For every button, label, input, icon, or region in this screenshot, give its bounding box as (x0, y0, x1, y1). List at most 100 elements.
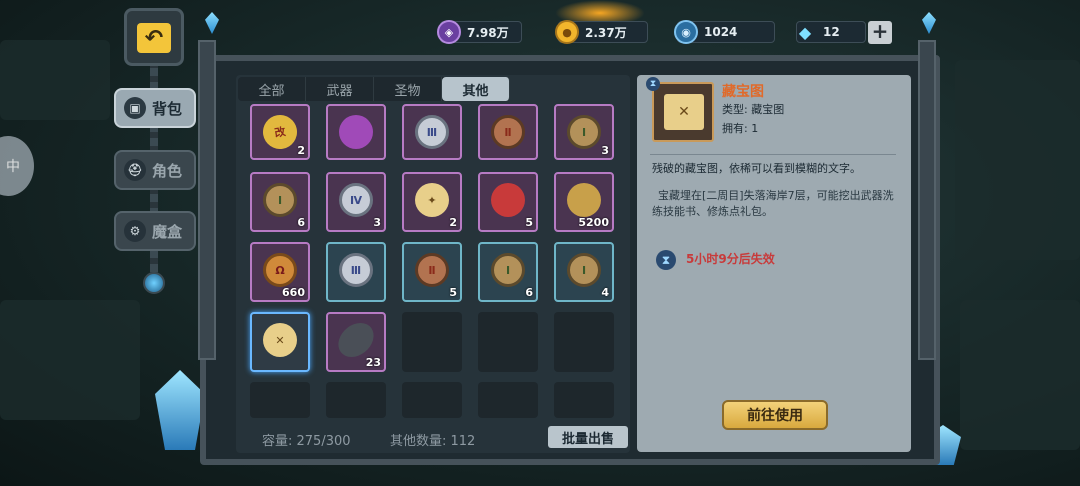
coin-g-icon: Ⅰ (263, 183, 297, 217)
gem-icon (922, 12, 936, 34)
go-use-button[interactable]: 前往使用 (722, 400, 828, 430)
coin-s-icon: Ⅲ (339, 253, 373, 287)
coin-r-icon: Ⅱ (415, 253, 449, 287)
inventory-slot[interactable]: Ⅲ (326, 242, 386, 302)
item-description: 残破的藏宝图，依稀可以看到模糊的文字。 (652, 162, 861, 175)
coin-s-icon: Ⅲ (415, 115, 449, 149)
resource-blue-orb[interactable]: ◉ 1024 (674, 20, 775, 44)
inventory-tabs: 全部 武器 圣物 其他 (238, 77, 510, 101)
inventory-slot-empty[interactable] (402, 382, 462, 418)
coin-g-icon: Ⅰ (567, 115, 601, 149)
resource-purple-gem[interactable]: ◈ 7.98万 (437, 20, 522, 44)
inventory-slot[interactable]: 5200 (554, 172, 614, 232)
item-name: 藏宝图 (722, 84, 764, 100)
inventory-slot-empty[interactable] (554, 312, 614, 372)
nav-label: 背包 (152, 99, 183, 118)
chain-orb (143, 272, 165, 294)
other-count-label: 其他数量: 112 (390, 434, 476, 449)
inventory-slot[interactable]: Ⅰ6 (478, 242, 538, 302)
background-rock (0, 40, 110, 120)
magic-box-icon: ⚙ (124, 220, 146, 242)
coin-s-icon: Ⅳ (339, 183, 373, 217)
treasure-map-icon: ✕ (664, 94, 704, 130)
inventory-slot-empty[interactable] (478, 382, 538, 418)
inventory-slot[interactable]: Ⅱ5 (402, 242, 462, 302)
nav-item-character[interactable]: ⛑ 角色 (114, 150, 196, 190)
tab-other[interactable]: 其他 (442, 77, 510, 101)
nav-item-bag[interactable]: ▣ 背包 (114, 88, 196, 128)
gold-coin-icon: ● (555, 20, 579, 44)
coin-g-icon: Ⅰ (567, 253, 601, 287)
crystal-decoration (155, 370, 205, 450)
coin-o-icon: Ω (263, 253, 297, 287)
inventory-slot[interactable]: 改2 (250, 104, 310, 160)
gem-icon (205, 12, 219, 34)
item-type: 类型: 藏宝图 (722, 103, 785, 116)
diamond-icon: ◆ (798, 22, 812, 42)
inventory-slot[interactable]: Ⅰ6 (250, 172, 310, 232)
inventory-slot[interactable]: Ω 660 (250, 242, 310, 302)
nav-item-magic-box[interactable]: ⚙ 魔盒 (114, 211, 196, 251)
resource-value: 1024 (704, 25, 738, 39)
tab-weapons[interactable]: 武器 (306, 77, 374, 101)
item-owned: 拥有: 1 (722, 122, 759, 135)
inventory-slot[interactable]: Ⅰ3 (554, 104, 614, 160)
frame-post (918, 40, 936, 360)
capacity-label: 容量: 275/300 (262, 434, 351, 449)
inventory-slot-empty[interactable] (554, 382, 614, 418)
side-collapse-button[interactable]: 中 (0, 136, 34, 196)
divider (650, 154, 896, 155)
tab-relics[interactable]: 圣物 (374, 77, 442, 101)
inventory-slot[interactable]: Ⅳ3 (326, 172, 386, 232)
scroll-icon: ✕ (263, 323, 297, 357)
resource-diamond[interactable]: ◆ 12 (796, 21, 866, 43)
inventory-slot[interactable]: Ⅱ (478, 104, 538, 160)
redpack-icon (491, 183, 525, 217)
item-count: 4 (601, 286, 609, 299)
add-diamond-button[interactable]: + (868, 21, 892, 44)
item-count: 2 (449, 216, 457, 229)
ticket-icon: 改 (260, 112, 300, 152)
back-button[interactable]: ↶ (124, 8, 184, 66)
back-arrow-icon: ↶ (137, 23, 171, 53)
tab-all[interactable]: 全部 (238, 77, 306, 101)
hourglass-icon: ⧗ (646, 77, 660, 91)
blue-orb-icon: ◉ (674, 20, 698, 44)
purple-gem-icon: ◈ (437, 20, 461, 44)
scroll-icon: ✦ (415, 183, 449, 217)
background-rock (0, 300, 140, 420)
nav-label: 角色 (152, 161, 183, 180)
pouch-icon (567, 183, 601, 217)
background-rock (955, 60, 1080, 260)
inventory-slot[interactable]: ✦ 2 (402, 172, 462, 232)
resource-value: 12 (823, 25, 840, 39)
expire-text: 5小时9分后失效 (686, 252, 775, 266)
inventory-slot-empty[interactable] (326, 382, 386, 418)
inventory-slot[interactable] (326, 104, 386, 160)
resource-value: 2.37万 (585, 25, 627, 40)
item-count: 3 (601, 144, 609, 157)
bulk-sell-button[interactable]: 批量出售 (548, 426, 628, 448)
inventory-slot[interactable]: 23 (326, 312, 386, 372)
item-detail-text: 宝藏埋在[二周目]失落海岸7层，可能挖出武器洗练技能书、修炼点礼包。 (652, 189, 894, 218)
potion-icon (339, 115, 373, 149)
frame-post (198, 40, 216, 360)
inventory-slot-empty[interactable] (402, 312, 462, 372)
item-count: 5200 (578, 216, 609, 229)
ingot-icon (334, 323, 378, 357)
item-count: 5 (449, 286, 457, 299)
resource-gold-coin[interactable]: ● 2.37万 (555, 20, 648, 44)
item-count: 3 (373, 216, 381, 229)
inventory-slot[interactable]: 5 (478, 172, 538, 232)
background-rock (960, 300, 1080, 450)
inventory-slot[interactable]: Ⅲ (402, 104, 462, 160)
inventory-slot-empty[interactable] (478, 312, 538, 372)
bag-icon: ▣ (124, 97, 146, 119)
item-count: 6 (525, 286, 533, 299)
inventory-slot[interactable]: Ⅰ4 (554, 242, 614, 302)
inventory-slot-empty[interactable] (250, 382, 310, 418)
hourglass-icon: ⧗ (656, 250, 676, 270)
coin-g-icon: Ⅰ (491, 253, 525, 287)
inventory-slot[interactable]: ✕ (250, 312, 310, 372)
item-count: 6 (297, 216, 305, 229)
